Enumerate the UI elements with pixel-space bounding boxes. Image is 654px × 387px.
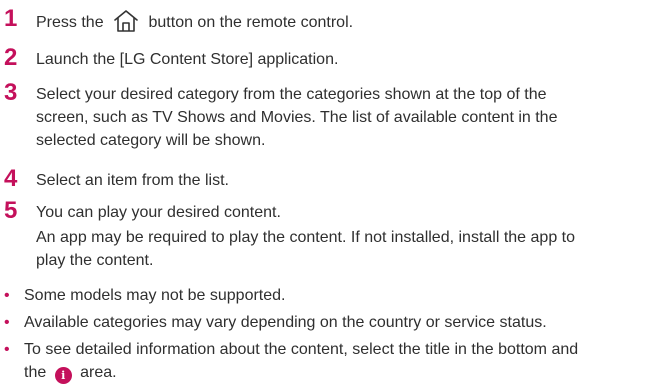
step-number: 2 <box>4 44 18 71</box>
manual-page: 1 Press the button on the remote control… <box>0 0 654 387</box>
step-2: 2 Launch the [LG Content Store] applicat… <box>0 45 338 71</box>
bullet-text: Available categories may vary depending … <box>24 314 547 331</box>
step-text: Press the button on the remote control. <box>36 6 353 40</box>
step-number: 1 <box>4 5 18 32</box>
note-line-2: play the content. <box>36 252 154 269</box>
bullet-3-line-2: the i area. <box>24 361 578 384</box>
step-text: Launch the [LG Content Store] applicatio… <box>36 51 339 68</box>
step-3-line-3: selected category will be shown. <box>36 132 266 149</box>
step-1-text-after: button on the remote control. <box>148 14 354 31</box>
step-5-note: An app may be required to play the conte… <box>36 226 575 272</box>
bullet-dot: • <box>4 341 10 358</box>
step-3: 3 Select your desired category from the … <box>0 80 557 152</box>
bullet-item: • To see detailed information about the … <box>0 338 578 384</box>
note-line-1: An app may be required to play the conte… <box>36 229 576 246</box>
home-icon <box>112 9 140 40</box>
bullet-item: • Available categories may vary dependin… <box>0 311 547 334</box>
bullet-text: Some models may not be supported. <box>24 287 286 304</box>
step-4: 4 Select an item from the list. <box>0 166 229 192</box>
step-1-text-before: Press the <box>36 14 104 31</box>
bullet-3-line-1: To see detailed information about the co… <box>24 341 579 358</box>
step-number: 4 <box>4 165 18 192</box>
step-5: 5 You can play your desired content. <box>0 198 281 224</box>
step-text: Select your desired category from the ca… <box>36 80 557 152</box>
step-text: Select an item from the list. <box>36 172 229 189</box>
step-3-line-1: Select your desired category from the ca… <box>36 86 547 103</box>
step-number: 3 <box>4 79 18 106</box>
bullet-dot: • <box>4 287 10 304</box>
step-number: 5 <box>4 197 18 224</box>
step-1: 1 Press the button on the remote control… <box>0 6 353 40</box>
bullet-dot: • <box>4 314 10 331</box>
bullet-item: • Some models may not be supported. <box>0 284 285 307</box>
step-text: You can play your desired content. <box>36 204 281 221</box>
step-3-line-2: screen, such as TV Shows and Movies. The… <box>36 109 558 126</box>
bullet-3-line-2-after: area. <box>80 364 117 381</box>
bullet-3-line-2-before: the <box>24 364 47 381</box>
info-icon: i <box>54 367 72 384</box>
bullet-text: To see detailed information about the co… <box>24 338 578 384</box>
